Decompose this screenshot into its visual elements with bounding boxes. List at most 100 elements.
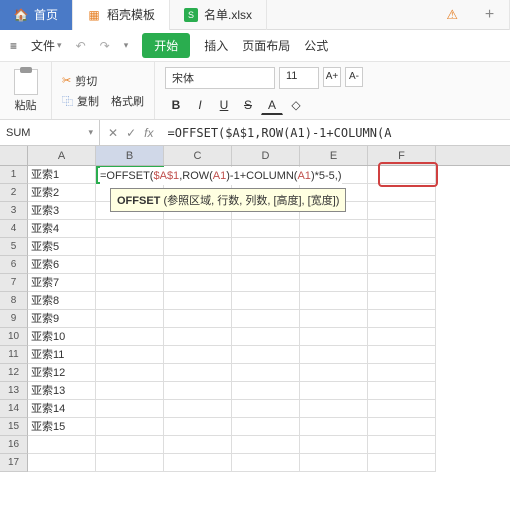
- cancel-formula-button[interactable]: ✕: [108, 126, 118, 140]
- cell[interactable]: [232, 310, 300, 328]
- cell[interactable]: [164, 346, 232, 364]
- row-header[interactable]: 11: [0, 346, 28, 364]
- font-size-select[interactable]: 11: [279, 67, 319, 89]
- cell[interactable]: 亚索12: [28, 364, 96, 382]
- menu-start[interactable]: 开始: [142, 33, 190, 58]
- undo-button[interactable]: ↶: [76, 39, 86, 53]
- cell[interactable]: [164, 436, 232, 454]
- cell[interactable]: [28, 454, 96, 472]
- cell[interactable]: [164, 292, 232, 310]
- hamburger-menu[interactable]: ≡: [10, 39, 17, 53]
- row-header[interactable]: 8: [0, 292, 28, 310]
- col-header[interactable]: C: [164, 146, 232, 165]
- cell[interactable]: [300, 418, 368, 436]
- cell[interactable]: [96, 274, 164, 292]
- cell[interactable]: [164, 220, 232, 238]
- row-header[interactable]: 15: [0, 418, 28, 436]
- cell[interactable]: [96, 364, 164, 382]
- cell[interactable]: [300, 310, 368, 328]
- row-header[interactable]: 6: [0, 256, 28, 274]
- cell[interactable]: [368, 454, 436, 472]
- cell[interactable]: [232, 328, 300, 346]
- cell[interactable]: [368, 310, 436, 328]
- cell[interactable]: 亚索5: [28, 238, 96, 256]
- row-header[interactable]: 16: [0, 436, 28, 454]
- cell[interactable]: [232, 364, 300, 382]
- cell[interactable]: [368, 400, 436, 418]
- tab-file[interactable]: S 名单.xlsx: [170, 0, 267, 30]
- more-dropdown[interactable]: ▾: [124, 40, 129, 51]
- row-header[interactable]: 1: [0, 166, 28, 184]
- cell[interactable]: [300, 454, 368, 472]
- font-grow-button[interactable]: A+: [323, 67, 341, 87]
- cell[interactable]: [300, 220, 368, 238]
- col-header[interactable]: D: [232, 146, 300, 165]
- cell[interactable]: [96, 328, 164, 346]
- cell[interactable]: [164, 400, 232, 418]
- cell[interactable]: [368, 418, 436, 436]
- col-header[interactable]: F: [368, 146, 436, 165]
- tab-template[interactable]: ▦ 稻壳模板: [73, 0, 170, 30]
- cell[interactable]: [368, 382, 436, 400]
- cell[interactable]: [300, 436, 368, 454]
- select-all-corner[interactable]: [0, 146, 28, 165]
- cell[interactable]: [96, 238, 164, 256]
- cell[interactable]: [368, 220, 436, 238]
- cell[interactable]: [300, 238, 368, 256]
- cell[interactable]: [368, 166, 436, 184]
- col-header[interactable]: B: [96, 146, 164, 165]
- cell[interactable]: [300, 382, 368, 400]
- cell[interactable]: [232, 256, 300, 274]
- cell[interactable]: [368, 346, 436, 364]
- cell[interactable]: [164, 454, 232, 472]
- cell[interactable]: 亚索15: [28, 418, 96, 436]
- cell[interactable]: [232, 436, 300, 454]
- cell[interactable]: [300, 400, 368, 418]
- font-name-select[interactable]: 宋体: [165, 67, 275, 89]
- cell[interactable]: [232, 418, 300, 436]
- fill-color-button[interactable]: ◇: [285, 95, 307, 115]
- tab-add[interactable]: +: [470, 0, 510, 30]
- cell[interactable]: [28, 436, 96, 454]
- row-header[interactable]: 3: [0, 202, 28, 220]
- cell[interactable]: [96, 436, 164, 454]
- format-painter-label[interactable]: 格式刷: [111, 93, 144, 109]
- row-header[interactable]: 12: [0, 364, 28, 382]
- cell[interactable]: [96, 220, 164, 238]
- cell[interactable]: [368, 256, 436, 274]
- cell[interactable]: 亚索2: [28, 184, 96, 202]
- cell[interactable]: [368, 364, 436, 382]
- row-header[interactable]: 13: [0, 382, 28, 400]
- cell[interactable]: [232, 346, 300, 364]
- font-shrink-button[interactable]: A-: [345, 67, 363, 87]
- cell[interactable]: [300, 292, 368, 310]
- cell[interactable]: [368, 436, 436, 454]
- font-color-button[interactable]: A: [261, 95, 283, 115]
- cell[interactable]: [164, 418, 232, 436]
- italic-button[interactable]: I: [189, 95, 211, 115]
- menu-file[interactable]: 文件▾: [31, 37, 62, 54]
- col-header[interactable]: E: [300, 146, 368, 165]
- cell[interactable]: 亚索11: [28, 346, 96, 364]
- cell[interactable]: [96, 292, 164, 310]
- cell[interactable]: [164, 328, 232, 346]
- underline-button[interactable]: U: [213, 95, 235, 115]
- row-header[interactable]: 2: [0, 184, 28, 202]
- cell[interactable]: [368, 328, 436, 346]
- cell[interactable]: [300, 274, 368, 292]
- cell[interactable]: [96, 256, 164, 274]
- cell[interactable]: [164, 238, 232, 256]
- cell[interactable]: 亚索3: [28, 202, 96, 220]
- cell[interactable]: 亚索7: [28, 274, 96, 292]
- cell[interactable]: 亚索14: [28, 400, 96, 418]
- cell[interactable]: [96, 454, 164, 472]
- cell[interactable]: 亚索1: [28, 166, 96, 184]
- row-header[interactable]: 14: [0, 400, 28, 418]
- cell[interactable]: 亚索4: [28, 220, 96, 238]
- cell[interactable]: 亚索9: [28, 310, 96, 328]
- cell[interactable]: [232, 274, 300, 292]
- cell[interactable]: [232, 400, 300, 418]
- bold-button[interactable]: B: [165, 95, 187, 115]
- warning-icon[interactable]: ⚠: [434, 7, 470, 23]
- row-header[interactable]: 7: [0, 274, 28, 292]
